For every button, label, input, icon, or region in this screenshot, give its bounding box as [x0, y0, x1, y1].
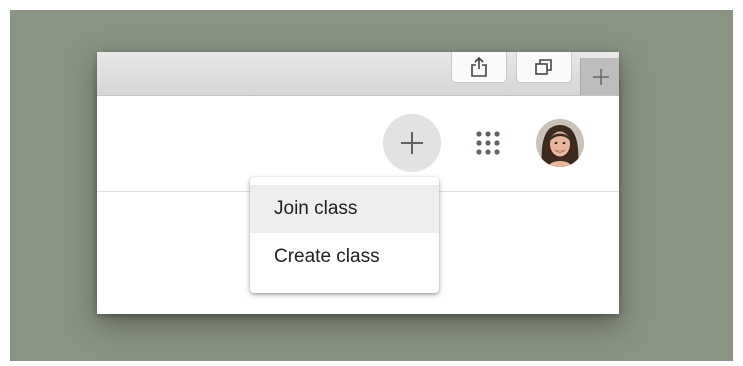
user-avatar[interactable]: [536, 119, 584, 167]
plus-icon: [401, 132, 423, 154]
join-class-menu-item[interactable]: Join class: [250, 185, 439, 233]
google-apps-button[interactable]: [471, 126, 505, 160]
plus-icon: [592, 68, 609, 85]
add-menu: Join class Create class: [250, 177, 439, 293]
create-class-label: Create class: [274, 246, 380, 267]
join-class-label: Join class: [274, 198, 358, 219]
browser-toolbar: [97, 52, 619, 96]
add-class-button[interactable]: [383, 114, 441, 172]
share-icon: [471, 57, 487, 77]
new-tab-button[interactable]: [580, 58, 619, 95]
browser-window: Join class Create class: [97, 52, 619, 314]
apps-grid-icon: [476, 131, 500, 155]
tabs-overview-button[interactable]: [516, 52, 572, 83]
create-class-menu-item[interactable]: Create class: [250, 233, 439, 281]
tabs-overview-icon: [535, 59, 552, 75]
avatar-image: [536, 119, 584, 167]
share-button[interactable]: [451, 52, 507, 83]
